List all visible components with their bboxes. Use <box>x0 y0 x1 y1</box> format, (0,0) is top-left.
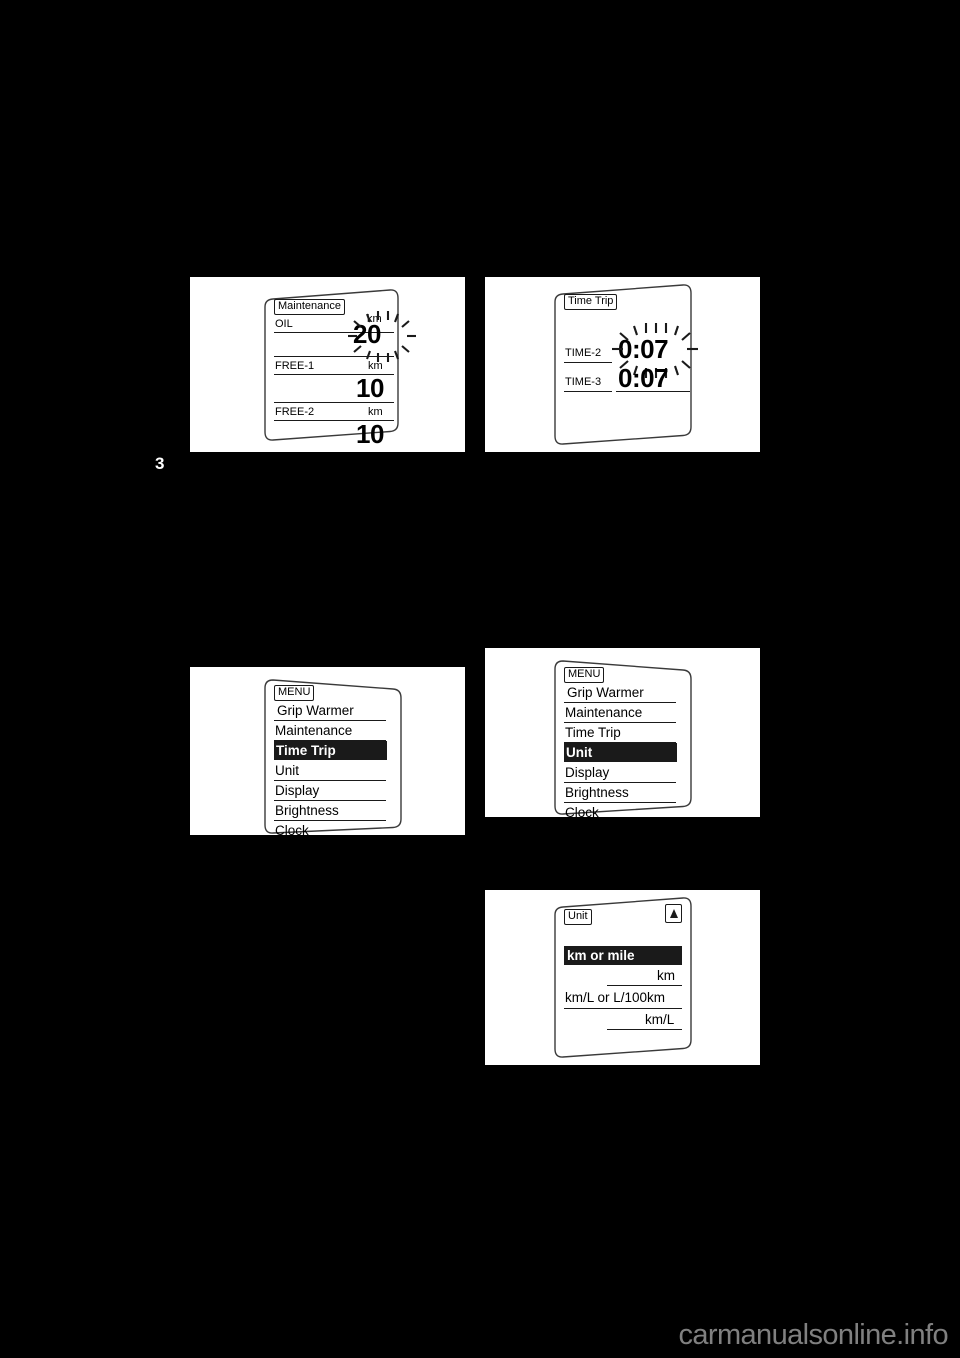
unit-row-value-km: km <box>657 968 675 983</box>
row-label-time2: TIME-2 <box>565 347 602 359</box>
up-triangle-glyph <box>669 909 678 918</box>
menu-rule-3 <box>274 780 386 781</box>
menu-item-time-trip[interactable]: Time Trip <box>276 743 336 758</box>
row-rule-time2-label <box>564 362 612 363</box>
watermark: carmanualsonline.info <box>678 1319 948 1351</box>
menu-item-unit[interactable]: Unit <box>275 763 299 778</box>
menu-item-brightness[interactable]: Brightness <box>565 785 629 800</box>
lcd-tag-time-trip: Time Trip <box>564 294 618 310</box>
menu-rule-1 <box>564 722 676 723</box>
row-value-free1: 10 <box>356 373 384 403</box>
menu-item-display[interactable]: Display <box>275 783 319 798</box>
menu-item-maintenance[interactable]: Maintenance <box>275 723 352 738</box>
menu-item-display[interactable]: Display <box>565 765 609 780</box>
figure-menu-unit-plate: MENU Grip Warmer Maintenance Time Trip U… <box>485 648 760 820</box>
unit-rule-0 <box>607 985 682 986</box>
lcd-tag-maintenance: Maintenance <box>274 299 345 315</box>
row-label-free1: FREE-1 <box>275 360 315 372</box>
menu-rule-0 <box>274 720 386 721</box>
row-label-free2: FREE-2 <box>275 406 315 418</box>
lcd-tag-unit: Unit <box>564 909 592 925</box>
menu-item-grip-warmer[interactable]: Grip Warmer <box>567 685 644 700</box>
row-value-time3: 0:07 <box>618 363 669 393</box>
lcd-tag-menu: MENU <box>564 667 605 683</box>
menu-item-clock[interactable]: Clock <box>275 823 309 838</box>
row-value-free2: 10 <box>356 419 384 449</box>
menu-item-unit[interactable]: Unit <box>566 745 592 760</box>
lcd-tag-menu: MENU <box>274 685 315 701</box>
unit-rule-2 <box>607 1029 682 1030</box>
unit-row-value-kml: km/L <box>645 1012 675 1027</box>
unit-row-label-kml-or-l100km[interactable]: km/L or L/100km <box>565 990 665 1005</box>
up-triangle-icon[interactable] <box>665 904 682 923</box>
figure-unit-screen-plate: Unit km or mile km km/L or L/100km km/L <box>485 890 760 1065</box>
row-value-time2: 0:07 <box>618 334 669 364</box>
menu-rule-4 <box>564 782 676 783</box>
row-rule-time3-label <box>564 391 612 392</box>
row-rule-oil-bottom <box>274 356 394 357</box>
menu-item-time-trip[interactable]: Time Trip <box>565 725 621 740</box>
menu-rule-0 <box>564 702 676 703</box>
chapter-number: 3 <box>155 454 165 473</box>
menu-item-maintenance[interactable]: Maintenance <box>565 705 642 720</box>
unit-row-label-km-or-mile[interactable]: km or mile <box>567 948 635 963</box>
lcd-unit-screen: Unit km or mile km km/L or L/100km km/L <box>485 890 760 1065</box>
menu-rule-4 <box>274 800 386 801</box>
row-value-oil: 20 <box>353 319 381 349</box>
lcd-menu-unit: MENU Grip Warmer Maintenance Time Trip U… <box>485 648 760 820</box>
row-rule-time3-value <box>616 391 690 392</box>
menu-rule-5 <box>564 802 676 803</box>
row-label-oil: OIL <box>275 318 293 330</box>
row-label-time3: TIME-3 <box>565 376 602 388</box>
menu-item-grip-warmer[interactable]: Grip Warmer <box>277 703 354 718</box>
row-unit-free2: km <box>368 406 383 418</box>
unit-rule-1 <box>564 1008 682 1009</box>
lcd-menu-time-trip: MENU Grip Warmer Maintenance Time Trip U… <box>190 667 465 838</box>
lcd-time-trip: Time Trip TIME-2 0:07 TIME-3 0:07 <box>485 277 760 452</box>
row-rule-free1-bottom <box>274 402 394 403</box>
menu-item-brightness[interactable]: Brightness <box>275 803 339 818</box>
menu-item-clock[interactable]: Clock <box>565 805 599 820</box>
figure-maintenance-plate: Maintenance OIL km 20 FREE-1 km 10 FREE-… <box>190 277 465 452</box>
lcd-maintenance: Maintenance OIL km 20 FREE-1 km 10 FREE-… <box>190 277 465 452</box>
row-unit-free1: km <box>368 360 383 372</box>
menu-rule-5 <box>274 820 386 821</box>
figure-time-trip-plate: Time Trip TIME-2 0:07 TIME-3 0:07 <box>485 277 760 452</box>
figure-menu-time-trip-plate: MENU Grip Warmer Maintenance Time Trip U… <box>190 667 465 838</box>
